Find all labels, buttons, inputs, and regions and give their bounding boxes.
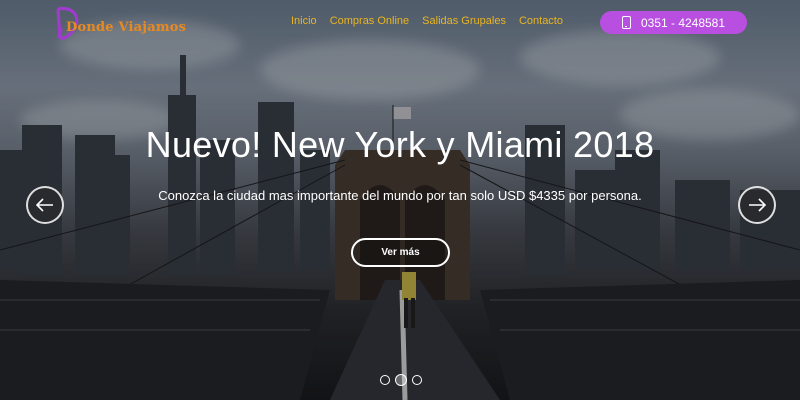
brand-logo[interactable]: Donde Viajamos	[52, 5, 192, 41]
hero-carousel: Donde Viajamos Inicio Compras Online Sal…	[0, 0, 800, 400]
nav-item-compras-online[interactable]: Compras Online	[330, 15, 409, 27]
slide-title: Nuevo! New York y Miami 2018	[145, 124, 655, 165]
slide-subtitle: Conozca la ciudad mas importante del mun…	[158, 188, 642, 203]
nav-item-inicio[interactable]: Inicio	[291, 15, 317, 27]
main-nav: Inicio Compras Online Salidas Grupales C…	[291, 15, 576, 27]
nav-item-salidas-grupales[interactable]: Salidas Grupales	[422, 15, 506, 27]
navbar: Donde Viajamos Inicio Compras Online Sal…	[0, 0, 800, 46]
phone-number: 0351 - 4248581	[640, 15, 726, 30]
phone-button[interactable]: 0351 - 4248581	[600, 11, 747, 34]
arrow-right-icon	[749, 198, 766, 212]
carousel-next-button[interactable]	[738, 186, 776, 224]
phone-icon	[621, 16, 631, 29]
carousel-indicator-2[interactable]	[395, 374, 407, 386]
carousel-prev-button[interactable]	[26, 186, 64, 224]
ver-mas-button[interactable]: Ver más	[351, 238, 450, 267]
nav-item-contacto[interactable]: Contacto	[519, 15, 563, 27]
carousel-indicator-1[interactable]	[380, 375, 390, 385]
arrow-left-icon	[36, 198, 53, 212]
brand-name: Donde Viajamos	[66, 20, 187, 35]
carousel-indicators	[380, 374, 422, 386]
carousel-indicator-3[interactable]	[412, 375, 422, 385]
